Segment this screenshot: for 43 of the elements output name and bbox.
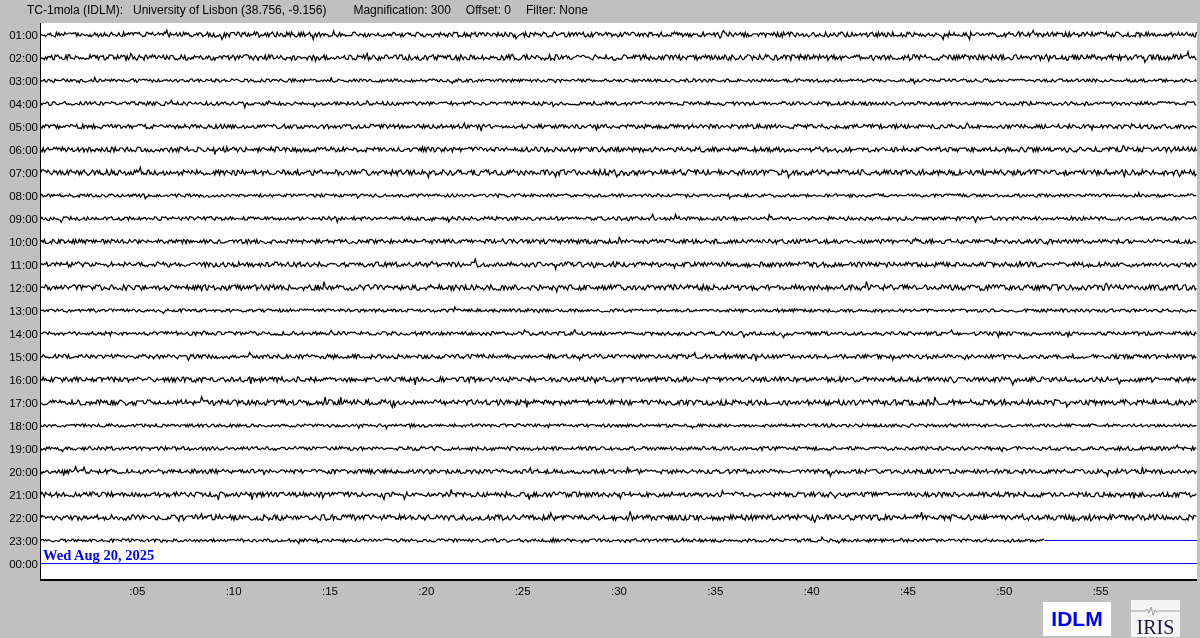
hour-label: 02:00 [9, 51, 38, 64]
hour-label: 08:00 [9, 189, 38, 202]
minute-tick-label: :10 [225, 585, 242, 597]
hour-label: 03:00 [9, 74, 38, 87]
hour-label: 19:00 [9, 442, 38, 455]
iris-logo: IRIS [1131, 600, 1180, 637]
minute-tick-label: :20 [418, 585, 435, 597]
hour-label: 17:00 [9, 396, 38, 409]
minute-tick-label: :35 [707, 585, 724, 597]
minute-tick-label: :25 [514, 585, 531, 597]
hour-label: 00:00 [9, 557, 38, 570]
hour-label: 07:00 [9, 166, 38, 179]
hour-label: 14:00 [9, 327, 38, 340]
hour-label: 12:00 [9, 281, 38, 294]
hour-label: 21:00 [9, 488, 38, 501]
hour-label: 16:00 [9, 373, 38, 386]
hour-label: 13:00 [9, 304, 38, 317]
date-label: Wed Aug 20, 2025 [43, 547, 155, 562]
station-location: University of Lisbon (38.756, -9.156) [133, 2, 327, 17]
filter-label: Filter: None [526, 2, 589, 17]
hour-label: 20:00 [9, 465, 38, 478]
hour-label: 11:00 [10, 258, 38, 271]
minute-tick-label: :15 [322, 585, 338, 597]
minute-tick-label: :55 [1092, 585, 1109, 597]
hour-label: 06:00 [9, 143, 38, 156]
hour-label: 18:00 [9, 419, 38, 432]
hour-label: 10:00 [9, 235, 38, 248]
minute-tick-label: :50 [996, 585, 1013, 597]
hour-label: 01:00 [9, 28, 38, 41]
hour-label: 09:00 [9, 212, 38, 225]
hour-label: 23:00 [9, 534, 38, 547]
hour-label: 15:00 [9, 350, 38, 363]
station-logo: IDLM [1043, 601, 1111, 636]
station-name: TC-1mola (IDLM): [27, 2, 123, 17]
minute-tick-label: :40 [803, 585, 820, 597]
hour-label: 04:00 [9, 97, 38, 110]
offset-label: Offset: 0 [465, 2, 511, 17]
minute-tick-label: :30 [611, 585, 627, 597]
minute-tick-label: :45 [900, 585, 916, 597]
minute-tick-label: :05 [129, 585, 146, 597]
magnification-label: Magnification: 300 [353, 2, 451, 17]
hour-label: 22:00 [9, 511, 38, 524]
hour-label: 05:00 [9, 120, 38, 133]
